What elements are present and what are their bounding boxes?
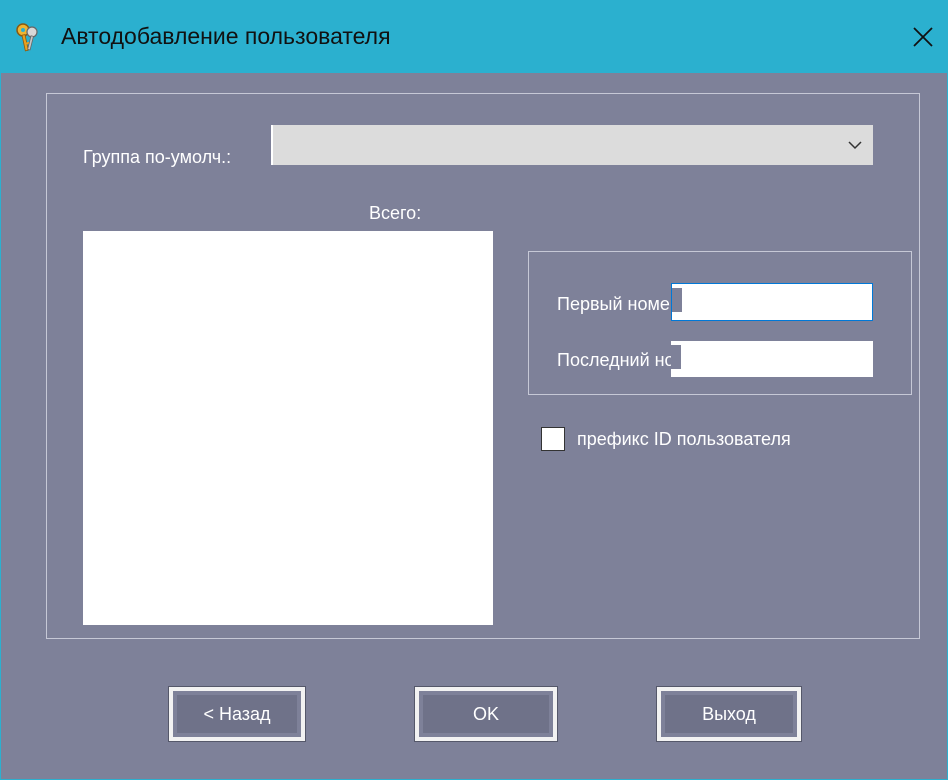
total-users-list[interactable]	[83, 231, 493, 625]
close-icon	[913, 27, 933, 47]
keys-icon	[13, 21, 45, 53]
back-button-label: < Назад	[203, 703, 271, 724]
ok-button[interactable]: OK	[414, 686, 558, 742]
first-number-value	[672, 288, 682, 312]
close-button[interactable]	[901, 15, 945, 59]
last-number-input[interactable]	[671, 341, 873, 377]
exit-button[interactable]: Выход	[656, 686, 802, 742]
last-number-value	[671, 345, 681, 369]
first-number-input[interactable]	[671, 283, 873, 321]
dialog-window: Автодобавление пользователя Группа по-ум…	[0, 0, 948, 780]
default-group-select[interactable]	[271, 125, 873, 165]
back-button[interactable]: < Назад	[168, 686, 306, 742]
prefix-user-id-checkbox[interactable]	[541, 427, 565, 451]
prefix-user-id-label: префикс ID пользователя	[577, 429, 791, 449]
title-bar: Автодобавление пользователя	[1, 1, 947, 73]
first-number-label: Первый номер	[557, 294, 680, 314]
chevron-down-icon	[848, 141, 862, 150]
exit-button-label: Выход	[702, 703, 756, 724]
default-group-label: Группа по-умолч.:	[83, 147, 232, 167]
ok-button-label: OK	[472, 703, 499, 724]
window-title: Автодобавление пользователя	[61, 23, 391, 49]
total-label: Всего:	[369, 203, 422, 223]
